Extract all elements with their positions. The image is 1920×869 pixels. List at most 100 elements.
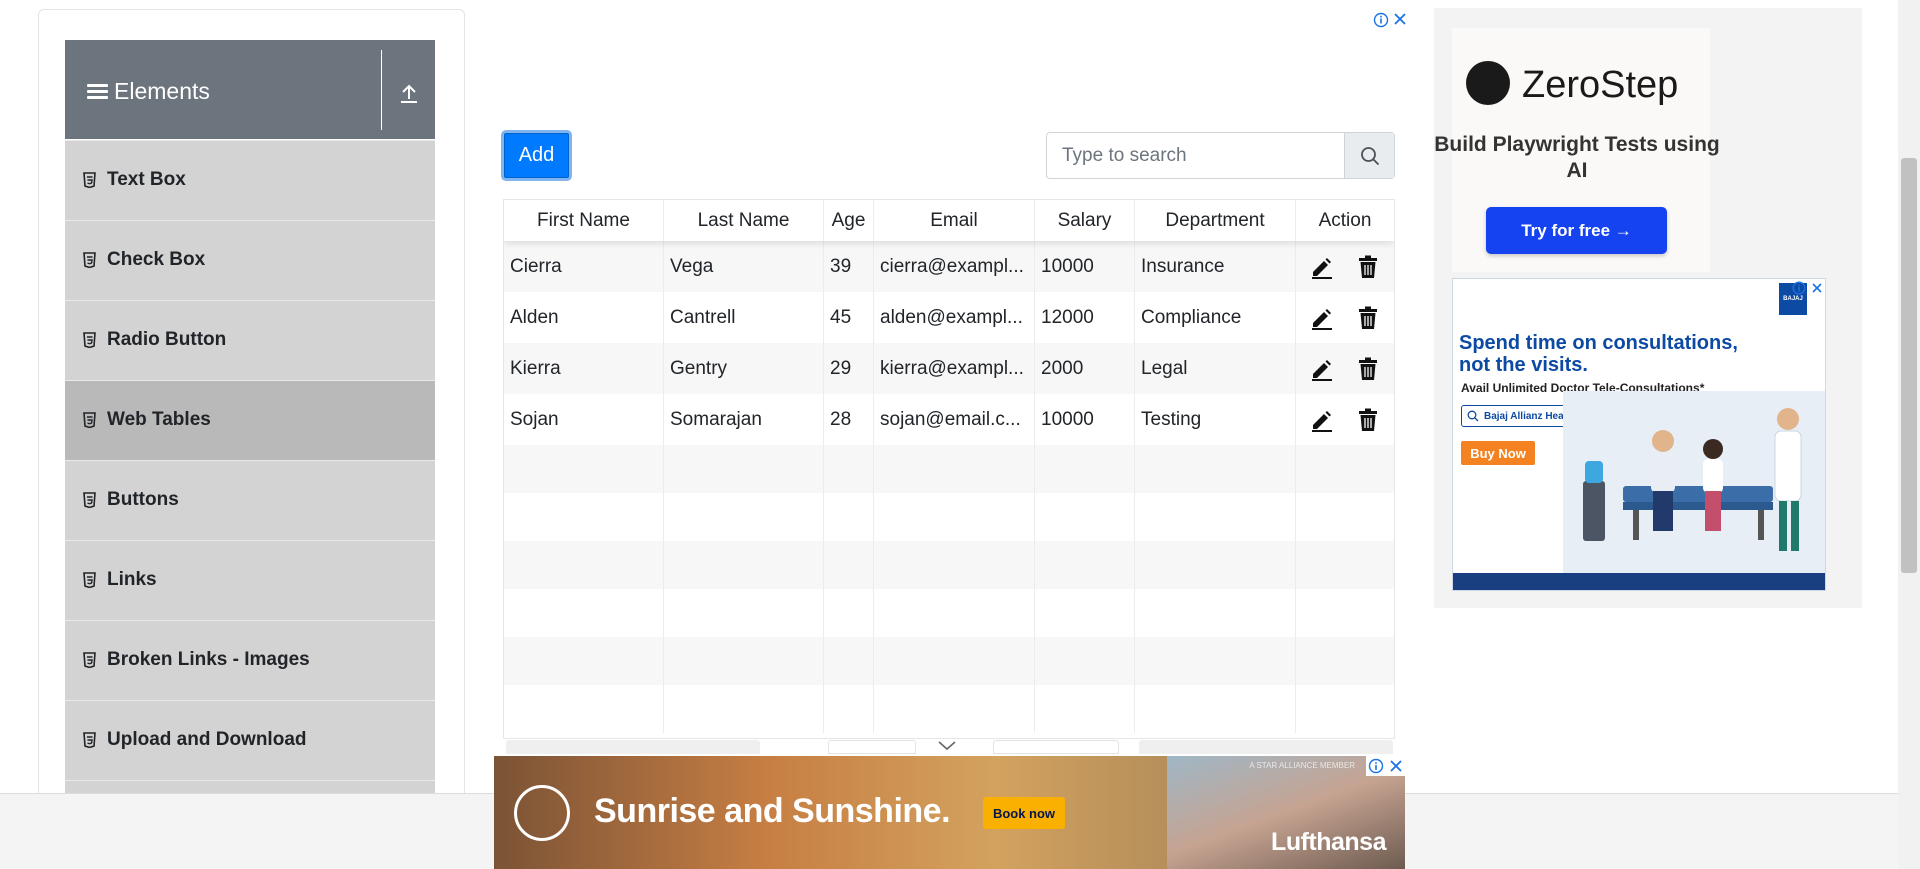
sidebar-item-radio-button[interactable]: Radio Button	[65, 300, 435, 380]
close-icon[interactable]	[1811, 282, 1823, 294]
delete-button[interactable]	[1356, 306, 1380, 330]
header-divider	[381, 50, 382, 130]
cell-department: Compliance	[1135, 292, 1296, 343]
edit-button[interactable]	[1310, 306, 1334, 330]
chevron-down-icon[interactable]	[937, 739, 957, 753]
cell-first-name: Cierra	[504, 241, 664, 292]
column-header-age[interactable]: Age	[824, 200, 874, 241]
close-icon[interactable]	[1389, 759, 1403, 773]
cell-salary: 2000	[1035, 343, 1135, 394]
zerostep-brand: ZeroStep	[1522, 64, 1679, 106]
html5-icon	[83, 572, 96, 588]
page-scrollbar[interactable]	[1898, 0, 1920, 869]
sidebar-item-check-box[interactable]: Check Box	[65, 220, 435, 300]
cell-action	[1296, 343, 1394, 394]
sidebar-item-label: Radio Button	[107, 329, 227, 350]
column-header-first-name[interactable]: First Name	[504, 200, 664, 241]
sidebar-item-text-box[interactable]: Text Box	[65, 140, 435, 220]
right-ad-panel: ZeroStep Build Playwright Tests using AI…	[1434, 8, 1862, 608]
sidebar-item-broken-links[interactable]: Broken Links - Images	[65, 620, 435, 700]
html5-icon	[83, 652, 96, 668]
info-icon[interactable]	[1792, 281, 1806, 295]
try-for-free-button[interactable]: Try for free →	[1486, 207, 1667, 254]
delete-button[interactable]	[1356, 408, 1380, 432]
cell-last-name: Cantrell	[664, 292, 824, 343]
html5-icon	[83, 252, 96, 268]
book-now-button[interactable]: Book now	[983, 797, 1065, 829]
edit-button[interactable]	[1310, 357, 1334, 381]
scrollbar-thumb[interactable]	[1901, 158, 1917, 573]
cell-email: alden@exampl...	[874, 292, 1035, 343]
cell-department: Insurance	[1135, 241, 1296, 292]
info-icon[interactable]	[1368, 758, 1384, 774]
cell-salary: 10000	[1035, 241, 1135, 292]
add-button[interactable]: Add	[501, 130, 572, 181]
table-row-empty	[504, 541, 1394, 589]
delete-button[interactable]	[1356, 255, 1380, 279]
ad-choices-controls[interactable]	[1366, 756, 1405, 776]
html5-icon	[83, 732, 96, 748]
bajaj-footer	[1453, 573, 1825, 590]
edit-button[interactable]	[1310, 255, 1334, 279]
cell-action	[1296, 394, 1394, 445]
zerostep-logo-icon	[1466, 61, 1510, 105]
column-header-salary[interactable]: Salary	[1035, 200, 1135, 241]
buy-now-button[interactable]: Buy Now	[1461, 441, 1535, 465]
delete-button[interactable]	[1356, 357, 1380, 381]
trash-icon	[1359, 357, 1377, 380]
web-table: First Name Last Name Age Email Salary De…	[503, 199, 1395, 739]
sidebar-item-label: Broken Links - Images	[107, 649, 310, 670]
sidebar-menu: Text Box Check Box Radio Button Web Tabl…	[65, 140, 435, 810]
rows-per-page-select[interactable]	[993, 740, 1119, 754]
next-button[interactable]	[1139, 740, 1393, 754]
hamburger-icon	[87, 84, 108, 100]
trash-icon	[1359, 408, 1377, 431]
sidebar-item-web-tables[interactable]: Web Tables	[65, 380, 435, 460]
ad-tagline: A STAR ALLIANCE MEMBER	[1249, 761, 1355, 770]
ad-choices-controls[interactable]	[1789, 279, 1825, 297]
ad-choices-controls[interactable]	[1373, 11, 1409, 29]
search-icon	[1360, 146, 1379, 165]
cell-action	[1296, 292, 1394, 343]
elements-group-header[interactable]: Elements	[65, 40, 435, 139]
cell-last-name: Somarajan	[664, 394, 824, 445]
column-header-last-name[interactable]: Last Name	[664, 200, 824, 241]
cell-last-name: Gentry	[664, 343, 824, 394]
pencil-icon	[1312, 410, 1332, 432]
sidebar-item-links[interactable]: Links	[65, 540, 435, 620]
sidebar-item-buttons[interactable]: Buttons	[65, 460, 435, 540]
html5-icon	[83, 492, 96, 508]
cell-last-name: Vega	[664, 241, 824, 292]
crane-logo-icon	[514, 785, 570, 841]
previous-button[interactable]	[506, 740, 760, 754]
sidebar-item-upload-download[interactable]: Upload and Download	[65, 700, 435, 780]
search-box	[1046, 132, 1395, 179]
pencil-icon	[1312, 359, 1332, 381]
cell-salary: 10000	[1035, 394, 1135, 445]
page-input[interactable]	[828, 740, 916, 754]
search-button[interactable]	[1344, 133, 1394, 178]
pencil-icon	[1312, 257, 1332, 279]
edit-button[interactable]	[1310, 408, 1334, 432]
sidebar-item-label: Links	[107, 569, 157, 590]
sidebar-item-label: Web Tables	[107, 409, 211, 430]
column-header-email[interactable]: Email	[874, 200, 1035, 241]
bottom-banner-ad[interactable]: Sunrise and Sunshine. Book now A STAR AL…	[494, 756, 1405, 869]
group-title: Elements	[114, 78, 210, 104]
bajaj-ad[interactable]: BAJAJ Spend time on consultations, not t…	[1452, 278, 1826, 591]
column-header-department[interactable]: Department	[1135, 200, 1296, 241]
trash-icon	[1359, 255, 1377, 278]
search-icon	[1467, 410, 1479, 422]
table-row-empty	[504, 685, 1394, 733]
upload-arrow-icon[interactable]	[399, 82, 419, 104]
ad-brand: Lufthansa	[1271, 828, 1386, 856]
html5-icon	[83, 412, 96, 428]
search-input[interactable]	[1047, 133, 1344, 178]
trash-icon	[1359, 306, 1377, 329]
cell-email: sojan@email.c...	[874, 394, 1035, 445]
cell-email: cierra@exampl...	[874, 241, 1035, 292]
table-row-empty	[504, 589, 1394, 637]
table-row-empty	[504, 445, 1394, 493]
cell-age: 39	[824, 241, 874, 292]
html5-icon	[83, 332, 96, 348]
